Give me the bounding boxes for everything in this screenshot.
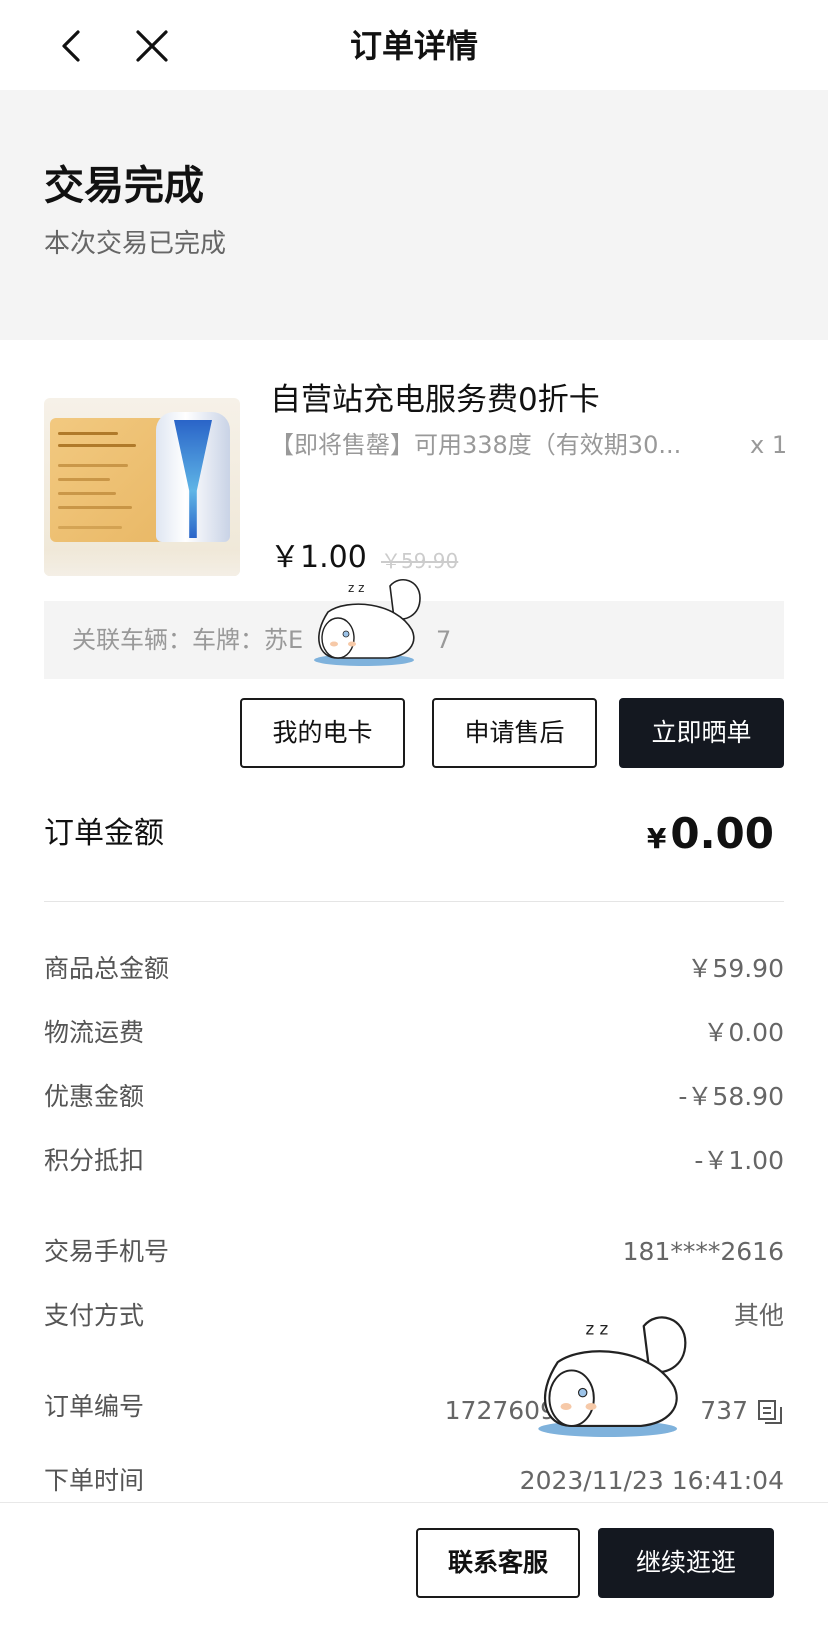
bottom-action-bar: 联系客服 继续逛逛 bbox=[0, 1502, 828, 1633]
breakdown-row: 物流运费 ￥0.00 bbox=[44, 1013, 784, 1053]
svg-text:z z: z z bbox=[348, 581, 364, 595]
divider bbox=[44, 901, 784, 902]
currency-symbol: ¥ bbox=[646, 822, 667, 855]
breakdown-row: 积分抵扣 -￥1.00 bbox=[44, 1141, 784, 1181]
charging-pile-graphic bbox=[156, 412, 230, 542]
breakdown-row: 优惠金额 -￥58.90 bbox=[44, 1077, 784, 1117]
product-spec: 【即将售罄】可用338度（有效期30... bbox=[270, 431, 682, 459]
info-label: 下单时间 bbox=[44, 1466, 145, 1495]
breakdown-value: -￥1.00 bbox=[694, 1146, 784, 1175]
product-name[interactable]: 自营站充电服务费0折卡 bbox=[270, 378, 790, 422]
info-value: 2023/11/23 16:41:04 bbox=[519, 1466, 784, 1495]
info-value: 181****2616 bbox=[622, 1237, 784, 1266]
product-quantity: x 1 bbox=[750, 431, 788, 459]
page-title: 订单详情 bbox=[349, 27, 478, 65]
breakdown-label: 商品总金额 bbox=[44, 954, 170, 983]
after-sale-button[interactable]: 申请售后 bbox=[432, 698, 597, 768]
info-value: 其他 bbox=[733, 1301, 784, 1330]
info-row-order-time: 下单时间 2023/11/23 16:41:04 bbox=[44, 1461, 784, 1501]
order-amount-label: 订单金额 bbox=[44, 816, 164, 851]
info-row-phone: 交易手机号 181****2616 bbox=[44, 1232, 784, 1272]
share-review-button[interactable]: 立即晒单 bbox=[619, 698, 784, 768]
my-card-button[interactable]: 我的电卡 bbox=[240, 698, 405, 768]
order-amount-value: ¥0.00 bbox=[647, 806, 774, 867]
linked-vehicle-text: 关联车辆：车牌：苏E bbox=[72, 626, 304, 654]
breakdown-label: 积分抵扣 bbox=[44, 1146, 145, 1175]
sleeping-bunny-sticker: z z bbox=[314, 578, 421, 666]
product-image[interactable] bbox=[44, 398, 240, 576]
info-label: 订单编号 bbox=[44, 1392, 145, 1421]
breakdown-value: ￥59.90 bbox=[687, 954, 784, 983]
nav-bar: 订单详情 bbox=[0, 0, 828, 90]
copy-icon[interactable] bbox=[756, 1398, 784, 1426]
order-status-panel: 交易完成 本次交易已完成 bbox=[0, 90, 828, 340]
contact-service-button[interactable]: 联系客服 bbox=[416, 1528, 580, 1598]
status-subtitle: 本次交易已完成 bbox=[44, 229, 227, 259]
info-label: 交易手机号 bbox=[44, 1237, 170, 1266]
product-card-graphic bbox=[50, 418, 170, 542]
breakdown-value: ￥0.00 bbox=[703, 1018, 784, 1047]
sleeping-bunny-sticker: z z bbox=[538, 1316, 687, 1438]
continue-shopping-button[interactable]: 继续逛逛 bbox=[598, 1528, 774, 1598]
svg-text:z z: z z bbox=[585, 1319, 608, 1338]
order-number-value-tail: 737 bbox=[700, 1396, 748, 1425]
linked-vehicle-text-tail: 7 bbox=[436, 626, 452, 654]
breakdown-label: 物流运费 bbox=[44, 1018, 145, 1047]
breakdown-row: 商品总金额 ￥59.90 bbox=[44, 949, 784, 989]
order-amount-number: 0.00 bbox=[670, 809, 774, 858]
breakdown-value: -￥58.90 bbox=[678, 1082, 784, 1111]
breakdown-label: 优惠金额 bbox=[44, 1082, 145, 1111]
info-label: 支付方式 bbox=[44, 1301, 145, 1330]
status-title: 交易完成 bbox=[44, 163, 204, 209]
